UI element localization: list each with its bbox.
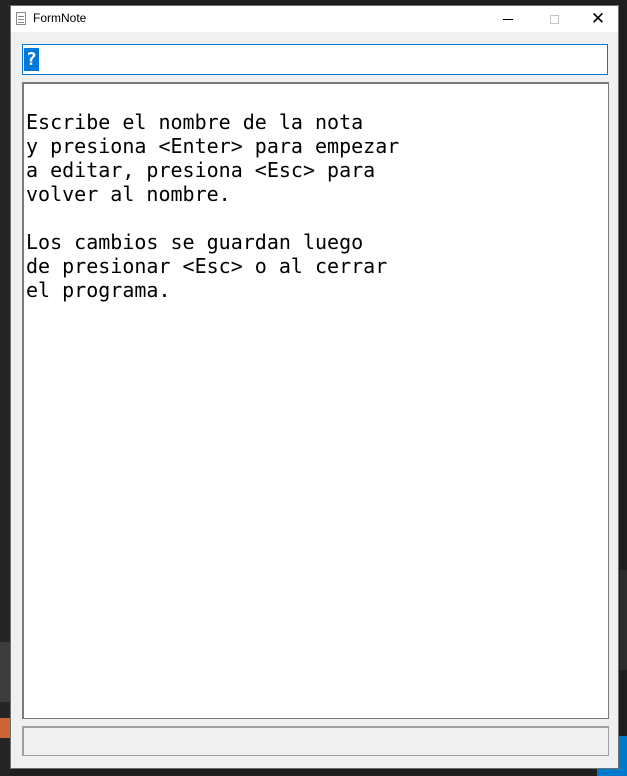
minimize-icon — [503, 18, 513, 20]
formnote-window: FormNote ✕ ? Escribe el nombre de la not… — [10, 5, 619, 769]
note-name-selection: ? — [24, 48, 39, 71]
status-bar — [22, 726, 609, 756]
note-editor[interactable]: Escribe el nombre de la nota y presiona … — [22, 82, 609, 719]
maximize-icon — [549, 14, 559, 24]
minimize-button[interactable] — [485, 6, 531, 32]
background-ide-panel-right — [620, 570, 627, 670]
maximize-button[interactable] — [531, 6, 577, 32]
title-bar[interactable]: FormNote ✕ — [11, 6, 618, 32]
note-name-input[interactable] — [22, 44, 608, 75]
notepad-icon[interactable] — [16, 12, 26, 25]
close-icon: ✕ — [590, 8, 606, 29]
window-title: FormNote — [33, 11, 87, 25]
note-editor-text[interactable]: Escribe el nombre de la nota y presiona … — [24, 84, 608, 302]
close-button[interactable]: ✕ — [575, 6, 621, 32]
background-ide-marker-left — [0, 718, 10, 738]
